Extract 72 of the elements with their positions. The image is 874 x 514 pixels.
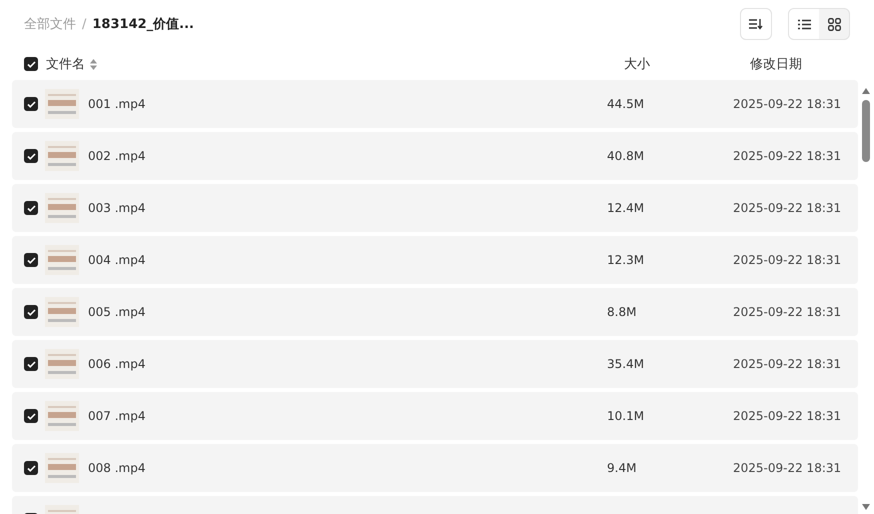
- file-name: 007 .mp4: [88, 409, 146, 423]
- row-checkbox[interactable]: [24, 201, 38, 215]
- checkmark-icon: [26, 60, 36, 68]
- row-checkbox[interactable]: [24, 97, 38, 111]
- grid-icon: [828, 18, 840, 30]
- checkmark-icon: [26, 152, 36, 160]
- checkmark-icon: [26, 360, 36, 368]
- row-checkbox[interactable]: [24, 409, 38, 423]
- checkmark-icon: [26, 308, 36, 316]
- video-thumbnail: [45, 401, 79, 431]
- column-header[interactable]: 文件名: [46, 55, 85, 73]
- modified-date: 2025-09-22 18:31: [733, 149, 842, 163]
- row-checkbox[interactable]: [24, 305, 38, 319]
- video-thumbnail: [45, 297, 79, 327]
- breadcrumb-separator: /: [82, 16, 86, 32]
- file-size: 10.1M: [607, 409, 646, 423]
- modified-date: 2025-09-22 18:31: [733, 409, 842, 423]
- modified-date: 2025-09-22 18:31: [733, 357, 842, 371]
- file-name: 004 .mp4: [88, 253, 146, 267]
- list-view-button[interactable]: [789, 9, 819, 39]
- column-header: 大小: [624, 56, 651, 73]
- row-checkbox[interactable]: [24, 461, 38, 475]
- file-name: 005 .mp4: [88, 305, 146, 319]
- file-size: 35.4M: [607, 357, 646, 371]
- file-size: 8.8M: [607, 305, 638, 319]
- checkmark-icon: [26, 256, 36, 264]
- video-thumbnail: [45, 453, 79, 483]
- file-name: 002 .mp4: [88, 149, 146, 163]
- file-size: 9.4M: [607, 461, 638, 475]
- scroll-up-icon[interactable]: [862, 88, 870, 94]
- file-size: 40.8M: [607, 149, 646, 163]
- file-row[interactable]: 008 .mp4 9.4M 2025-09-22 18:31: [12, 444, 858, 492]
- sort-button[interactable]: [740, 8, 772, 40]
- select-all-checkbox[interactable]: [24, 57, 38, 71]
- column-header: 修改日期: [750, 56, 803, 73]
- scrollbar-thumb[interactable]: [862, 100, 870, 162]
- file-row[interactable]: 003 .mp4 12.4M 2025-09-22 18:31: [12, 184, 858, 232]
- list-icon: [798, 18, 810, 30]
- file-row[interactable]: 006 .mp4 35.4M 2025-09-22 18:31: [12, 340, 858, 388]
- breadcrumb-item: 183142_价值...: [92, 16, 194, 33]
- video-thumbnail: [45, 141, 79, 171]
- sort-icon: [749, 18, 763, 30]
- video-thumbnail: [45, 89, 79, 119]
- row-checkbox[interactable]: [24, 253, 38, 267]
- checkmark-icon: [26, 100, 36, 108]
- file-row[interactable]: 001 .mp4 44.5M 2025-09-22 18:31: [12, 80, 858, 128]
- video-thumbnail: [45, 349, 79, 379]
- video-thumbnail: [45, 193, 79, 223]
- file-name: 006 .mp4: [88, 357, 146, 371]
- modified-date: 2025-09-22 18:31: [733, 97, 842, 111]
- modified-date: 2025-09-22 18:31: [733, 201, 842, 215]
- checkmark-icon: [26, 204, 36, 212]
- file-size: 12.4M: [607, 201, 646, 215]
- scroll-down-icon[interactable]: [862, 504, 870, 510]
- checkmark-icon: [26, 412, 36, 420]
- modified-date: 2025-09-22 18:31: [733, 305, 842, 319]
- file-name: 001 .mp4: [88, 97, 146, 111]
- file-size: 12.3M: [607, 253, 646, 267]
- file-row[interactable]: 007 .mp4 10.1M 2025-09-22 18:31: [12, 392, 858, 440]
- row-checkbox[interactable]: [24, 357, 38, 371]
- file-row[interactable]: 004 .mp4 12.3M 2025-09-22 18:31: [12, 236, 858, 284]
- file-name: 008 .mp4: [88, 461, 146, 475]
- file-size: 44.5M: [607, 97, 646, 111]
- sort-arrows-icon[interactable]: [90, 58, 97, 70]
- file-row[interactable]: 005 .mp4 8.8M 2025-09-22 18:31: [12, 288, 858, 336]
- video-thumbnail: [45, 245, 79, 275]
- modified-date: 2025-09-22 18:31: [733, 253, 842, 267]
- checkmark-icon: [26, 464, 36, 472]
- row-checkbox[interactable]: [24, 149, 38, 163]
- modified-date: 2025-09-22 18:31: [733, 461, 842, 475]
- file-name: 003 .mp4: [88, 201, 146, 215]
- file-row[interactable]: 002 .mp4 40.8M 2025-09-22 18:31: [12, 132, 858, 180]
